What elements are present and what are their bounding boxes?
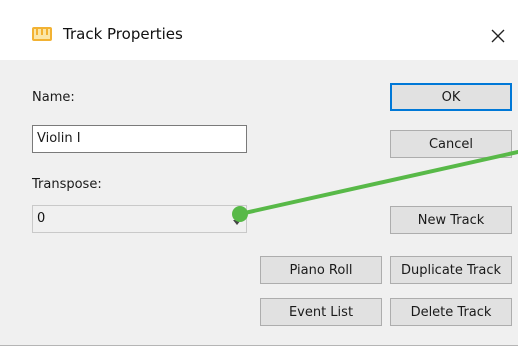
spin-buttons[interactable] <box>229 207 245 231</box>
ok-button[interactable]: OK <box>390 83 512 111</box>
close-button[interactable] <box>478 16 518 56</box>
spin-up-icon <box>233 213 241 218</box>
duplicate-track-button[interactable]: Duplicate Track <box>390 256 512 284</box>
name-label: Name: <box>32 90 75 105</box>
window-title: Track Properties <box>63 25 183 43</box>
spin-down-icon <box>233 220 241 225</box>
cancel-button[interactable]: Cancel <box>390 130 512 158</box>
name-input[interactable]: Violin I <box>32 125 247 153</box>
close-icon <box>491 29 505 43</box>
title-bar: Track Properties <box>0 0 518 60</box>
transpose-label: Transpose: <box>32 177 102 192</box>
new-track-button[interactable]: New Track <box>390 206 512 234</box>
midi-keyboard-icon <box>32 27 52 41</box>
delete-track-button[interactable]: Delete Track <box>390 298 512 326</box>
event-list-button[interactable]: Event List <box>260 298 382 326</box>
dialog-body: Name: Violin I Transpose: 0 OK Cancel Ne… <box>0 60 518 346</box>
transpose-value: 0 <box>37 211 46 226</box>
piano-roll-button[interactable]: Piano Roll <box>260 256 382 284</box>
transpose-stepper[interactable]: 0 <box>32 205 247 233</box>
